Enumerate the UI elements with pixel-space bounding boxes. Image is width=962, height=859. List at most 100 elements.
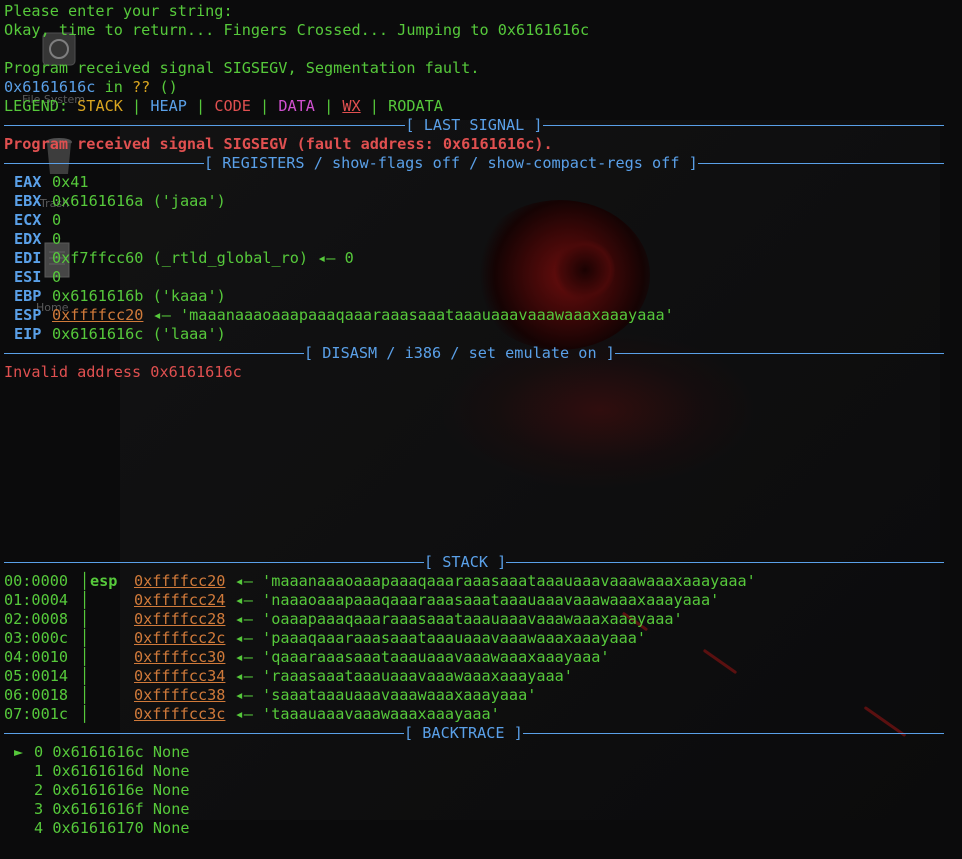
register-name: EDX — [14, 230, 42, 248]
legend-sep: | — [122, 97, 151, 115]
backtrace-row: 2 0x6161616e None — [4, 781, 944, 800]
stack-address-link[interactable]: 0xffffcc38 — [134, 686, 225, 704]
register-value: 0x41 — [52, 173, 89, 191]
frame-symbol: None — [152, 800, 190, 818]
register-name: EBX — [14, 192, 42, 210]
frame-number: 0 — [34, 743, 44, 761]
frame-address: 0x6161616e — [52, 781, 144, 799]
stack-index: 05:0014 — [4, 667, 69, 685]
stack-register: esp — [90, 572, 118, 590]
stack-arrow: ◂— — [234, 629, 253, 647]
disasm-text: Invalid address 0x6161616c — [4, 363, 242, 381]
legend-stack: STACK — [77, 97, 123, 115]
signal-message: Program received signal SIGSEGV, Segment… — [4, 59, 480, 77]
stack-address-link[interactable]: 0xffffcc28 — [134, 610, 225, 628]
legend-heap: HEAP — [150, 97, 187, 115]
register-value: ◂— 'maaanaaaoaaapaaaqaaaraaasaaataaauaaa… — [143, 306, 674, 324]
stack-arrow: ◂— — [234, 648, 253, 666]
frame-symbol: None — [152, 762, 190, 780]
stack-value: 'saaataaauaaavaaawaaaxaaayaaa' — [262, 686, 537, 704]
stack-arrow: ◂— — [234, 667, 253, 685]
register-address-link[interactable]: 0xffffcc20 — [52, 306, 143, 324]
disasm-empty-area — [4, 382, 944, 553]
register-name: ECX — [14, 211, 42, 229]
register-row-esp: ESP 0xffffcc20 ◂— 'maaanaaaoaaapaaaqaaara… — [4, 306, 944, 325]
frame-address: 0x61616170 — [52, 819, 144, 837]
stack-address-link[interactable]: 0xffffcc34 — [134, 667, 225, 685]
stack-address-link[interactable]: 0xffffcc20 — [134, 572, 225, 590]
legend: LEGEND: STACK | HEAP | CODE | DATA | WX … — [4, 97, 944, 116]
register-value: 0xf7ffcc60 (_rtld_global_ro) ◂— 0 — [52, 249, 354, 267]
stack-index: 04:0010 — [4, 648, 69, 666]
jump-message: Okay, time to return... Fingers Crossed.… — [4, 21, 590, 39]
section-header-last-signal: [ LAST SIGNAL ] — [4, 116, 944, 135]
stack-row: 05:0014 │ 0xffffcc34 ◂— 'raaasaaataaauaaav… — [4, 667, 573, 685]
section-header-stack: [ STACK ] — [4, 553, 944, 572]
backtrace-row: 1 0x6161616d None — [4, 762, 944, 781]
legend-rodata: RODATA — [388, 97, 443, 115]
stack-row: 06:0018 │ 0xffffcc38 ◂— 'saaataaauaaavaaaw… — [4, 686, 537, 704]
register-name: ESP — [14, 306, 42, 324]
register-name: EIP — [14, 325, 42, 343]
section-header-backtrace: [ BACKTRACE ] — [4, 724, 944, 743]
register-value: 0x6161616b ('kaaa') — [52, 287, 226, 305]
stack-address-link[interactable]: 0xffffcc2c — [134, 629, 225, 647]
legend-data: DATA — [278, 97, 315, 115]
frame-symbol: None — [152, 781, 190, 799]
section-title: [ REGISTERS / show-flags off / show-comp… — [204, 154, 698, 172]
stack-row: 01:0004 │ 0xffffcc24 ◂— 'naaaoaaapaaaqaaar… — [4, 591, 720, 609]
frame-symbol: None — [152, 819, 190, 837]
register-row-edx: EDX 0 — [4, 230, 944, 249]
stack-row: 04:0010 │ 0xffffcc30 ◂— 'qaaaraaasaaataaau… — [4, 648, 610, 666]
legend-sep: | — [250, 97, 279, 115]
stack-arrow: ◂— — [234, 705, 253, 723]
register-name: ESI — [14, 268, 42, 286]
section-title: [ STACK ] — [424, 553, 507, 571]
stack-value: 'raaasaaataaauaaavaaawaaaxaaayaaa' — [262, 667, 573, 685]
register-row-ecx: ECX 0 — [4, 211, 944, 230]
stack-index: 02:0008 — [4, 610, 69, 628]
stack-arrow: ◂— — [234, 610, 253, 628]
stack-arrow: ◂— — [234, 591, 253, 609]
register-name: EAX — [14, 173, 42, 191]
register-row-esi: ESI 0 — [4, 268, 944, 287]
stack-address-link[interactable]: 0xffffcc30 — [134, 648, 225, 666]
frame-address: 0x6161616d — [52, 762, 144, 780]
stack-value: 'paaaqaaaraaasaaataaauaaavaaawaaaxaaayaa… — [262, 629, 647, 647]
register-row-ebx: EBX 0x6161616a ('jaaa') — [4, 192, 944, 211]
current-frame: 0x6161616c in ?? () — [4, 78, 944, 97]
frame-args: () — [150, 78, 178, 96]
frame-in: in — [95, 78, 133, 96]
legend-code: CODE — [214, 97, 251, 115]
stack-index: 06:0018 — [4, 686, 69, 704]
terminal-output[interactable]: Please enter your string: Okay, time to … — [4, 2, 944, 838]
frame-number: 3 — [34, 800, 44, 818]
stack-value: 'qaaaraaasaaataaauaaavaaawaaaxaaayaaa' — [262, 648, 610, 666]
register-row-edi: EDI 0xf7ffcc60 (_rtld_global_ro) ◂— 0 — [4, 249, 944, 268]
current-frame-marker: ► — [14, 743, 24, 761]
section-title: [ LAST SIGNAL ] — [405, 116, 543, 134]
stack-arrow: ◂— — [234, 686, 253, 704]
register-row-ebp: EBP 0x6161616b ('kaaa') — [4, 287, 944, 306]
register-name: EDI — [14, 249, 42, 267]
legend-sep: | — [186, 97, 215, 115]
register-value: 0x6161616a ('jaaa') — [52, 192, 226, 210]
register-name: EBP — [14, 287, 42, 305]
stack-index: 01:0004 — [4, 591, 69, 609]
legend-label: LEGEND: — [4, 97, 78, 115]
stack-index: 03:000c — [4, 629, 69, 647]
stack-row: 03:000c │ 0xffffcc2c ◂— 'paaaqaaaraaasaaat… — [4, 629, 647, 647]
stack-index: 00:0000 — [4, 572, 69, 590]
frame-number: 2 — [34, 781, 44, 799]
stack-row: 02:0008 │ 0xffffcc28 ◂— 'oaaapaaaqaaaraaas… — [4, 610, 683, 628]
stack-value: 'oaaapaaaqaaaraaasaaataaauaaavaaawaaaxaa… — [262, 610, 683, 628]
stack-address-link[interactable]: 0xffffcc24 — [134, 591, 225, 609]
legend-wx: WX — [342, 97, 361, 115]
stack-index: 07:001c — [4, 705, 69, 723]
section-header-disasm: [ DISASM / i386 / set emulate on ] — [4, 344, 944, 363]
backtrace-row: 3 0x6161616f None — [4, 800, 944, 819]
last-signal-text: Program received signal SIGSEGV (fault a… — [4, 135, 553, 153]
register-value: 0 — [52, 211, 62, 229]
stack-address-link[interactable]: 0xffffcc3c — [134, 705, 225, 723]
